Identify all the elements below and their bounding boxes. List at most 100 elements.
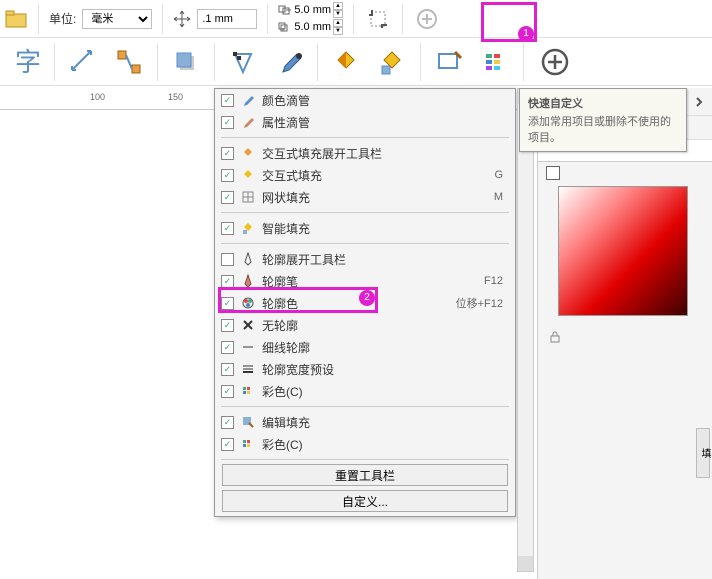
menu-separator [221, 406, 509, 407]
menu-separator [221, 137, 509, 138]
current-swatch[interactable] [546, 166, 560, 180]
folder-icon[interactable] [4, 7, 28, 31]
menu-label: 智能填充 [262, 220, 503, 237]
menu-label: 轮廓笔 [262, 273, 478, 290]
menu-shortcut: G [494, 169, 503, 181]
checkbox-icon[interactable]: ✓ [221, 253, 234, 266]
edit-fill-icon [240, 414, 256, 430]
customize-button[interactable]: 自定义... [222, 490, 508, 512]
menu-item-edit-fill[interactable]: ✓ 编辑填充 [215, 411, 515, 433]
lock-icon[interactable] [538, 320, 712, 354]
menu-label: 属性滴管 [262, 114, 503, 131]
menu-item-no-outline[interactable]: ✓ 无轮廓 [215, 314, 515, 336]
checkbox-icon[interactable]: ✓ [221, 319, 234, 332]
checkbox-icon[interactable]: ✓ [221, 438, 234, 451]
interactive-fill-icon[interactable] [324, 40, 368, 84]
canvas-area[interactable] [0, 110, 200, 579]
ruler-tick: 100 [90, 92, 105, 102]
mesh-fill-icon [240, 189, 256, 205]
menu-item-interactive-fill[interactable]: ✓ 交互式填充 G [215, 164, 515, 186]
checkbox-icon[interactable]: ✓ [221, 222, 234, 235]
menu-item-interactive-fill-flyout[interactable]: ✓ 交互式填充展开工具栏 [215, 142, 515, 164]
menu-separator [221, 459, 509, 460]
swatch-row [538, 162, 712, 184]
menu-item-mesh-fill[interactable]: ✓ 网状填充 M [215, 186, 515, 208]
menu-separator [221, 212, 509, 213]
transparency-tool-icon[interactable] [221, 40, 265, 84]
dup-x-value: 5.0 mm [294, 4, 331, 16]
eyedropper-attr-icon [240, 114, 256, 130]
hairline-icon [240, 339, 256, 355]
menu-label: 编辑填充 [262, 414, 503, 431]
checkbox-icon[interactable]: ✓ [221, 191, 234, 204]
separator [267, 4, 268, 34]
dimension-tool-icon[interactable] [61, 40, 105, 84]
menu-item-attr-eyedropper[interactable]: ✓ 属性滴管 [215, 111, 515, 133]
shadow-tool-icon[interactable] [164, 40, 208, 84]
checkbox-icon[interactable]: ✓ [221, 169, 234, 182]
chevron-right-icon[interactable] [694, 97, 704, 107]
checkbox-icon[interactable]: ✓ [221, 416, 234, 429]
pen-nib-icon [240, 273, 256, 289]
smart-fill-icon[interactable] [370, 40, 414, 84]
menu-separator [221, 243, 509, 244]
checkbox-icon[interactable]: ✓ [221, 341, 234, 354]
tooltip-title: 快速自定义 [528, 95, 678, 111]
dup-y-spinner[interactable]: ▲▼ [333, 19, 343, 35]
color-swatches-icon [240, 436, 256, 452]
menu-item-outline-flyout[interactable]: ✓ 轮廓展开工具栏 [215, 248, 515, 270]
separator [38, 4, 39, 34]
separator [214, 43, 215, 81]
eyedropper-tool-icon[interactable] [267, 40, 311, 84]
checkbox-icon[interactable]: ✓ [221, 147, 234, 160]
checkbox-icon[interactable]: ✓ [221, 116, 234, 129]
vertical-scrollbar[interactable] [517, 88, 534, 572]
nudge-input[interactable] [197, 9, 257, 29]
menu-item-smart-fill[interactable]: ✓ 智能填充 [215, 217, 515, 239]
unit-select[interactable]: 毫米 [82, 9, 152, 29]
menu-label: 网状填充 [262, 189, 488, 206]
menu-item-outline-width-preset[interactable]: ✓ 轮廓宽度预设 [215, 358, 515, 380]
ruler-tick: 150 [168, 92, 183, 102]
eyedropper-icon [240, 92, 256, 108]
color-docker: CMYK 填 [537, 88, 712, 579]
checkbox-icon[interactable]: ✓ [221, 297, 234, 310]
menu-item-color-c[interactable]: ✓ 彩色(C) [215, 380, 515, 402]
separator [54, 43, 55, 81]
outline-flyout-icon[interactable] [427, 40, 471, 84]
top-toolbar-2: 字 [0, 38, 712, 86]
text-tool-icon[interactable]: 字 [4, 40, 48, 84]
color-picker-gradient[interactable] [558, 186, 688, 316]
menu-label: 颜色滴管 [262, 92, 503, 109]
dup-y-value: 5.0 mm [294, 21, 331, 33]
annotation-badge-1: 1 [518, 26, 534, 42]
menu-item-color-eyedropper[interactable]: ✓ 颜色滴管 [215, 89, 515, 111]
dup-x-spinner[interactable]: ▲▼ [333, 2, 343, 18]
menu-label: 轮廓宽度预设 [262, 361, 503, 378]
crop-icon[interactable] [364, 5, 392, 33]
separator [402, 4, 403, 34]
connector-tool-icon[interactable] [107, 40, 151, 84]
checkbox-icon[interactable]: ✓ [221, 385, 234, 398]
reset-toolbar-button[interactable]: 重置工具栏 [222, 464, 508, 486]
checkbox-icon[interactable]: ✓ [221, 363, 234, 376]
checkbox-icon[interactable]: ✓ [221, 94, 234, 107]
edit-fill-icon[interactable] [473, 40, 517, 84]
menu-shortcut: M [494, 191, 503, 203]
menu-shortcut: 位移+F12 [456, 295, 503, 311]
menu-label: 无轮廓 [262, 317, 503, 334]
menu-label: 细线轮廓 [262, 339, 503, 356]
quick-customize-icon-small[interactable] [413, 5, 441, 33]
menu-item-hairline[interactable]: ✓ 细线轮廓 [215, 336, 515, 358]
menu-item-color-c2[interactable]: ✓ 彩色(C) [215, 433, 515, 455]
interactive-fill-icon [240, 167, 256, 183]
quick-customize-button[interactable] [530, 40, 580, 84]
docker-tab-fill[interactable]: 填 [696, 428, 710, 478]
width-preset-icon [240, 361, 256, 377]
checkbox-icon[interactable]: ✓ [221, 275, 234, 288]
separator [353, 4, 354, 34]
menu-label: 彩色(C) [262, 436, 503, 453]
menu-label: 交互式填充 [262, 167, 488, 184]
menu-item-outline-pen[interactable]: ✓ 轮廓笔 F12 [215, 270, 515, 292]
top-toolbar-1: 单位: 毫米 5.0 mm ▲▼ 5.0 mm ▲▼ [0, 0, 712, 38]
